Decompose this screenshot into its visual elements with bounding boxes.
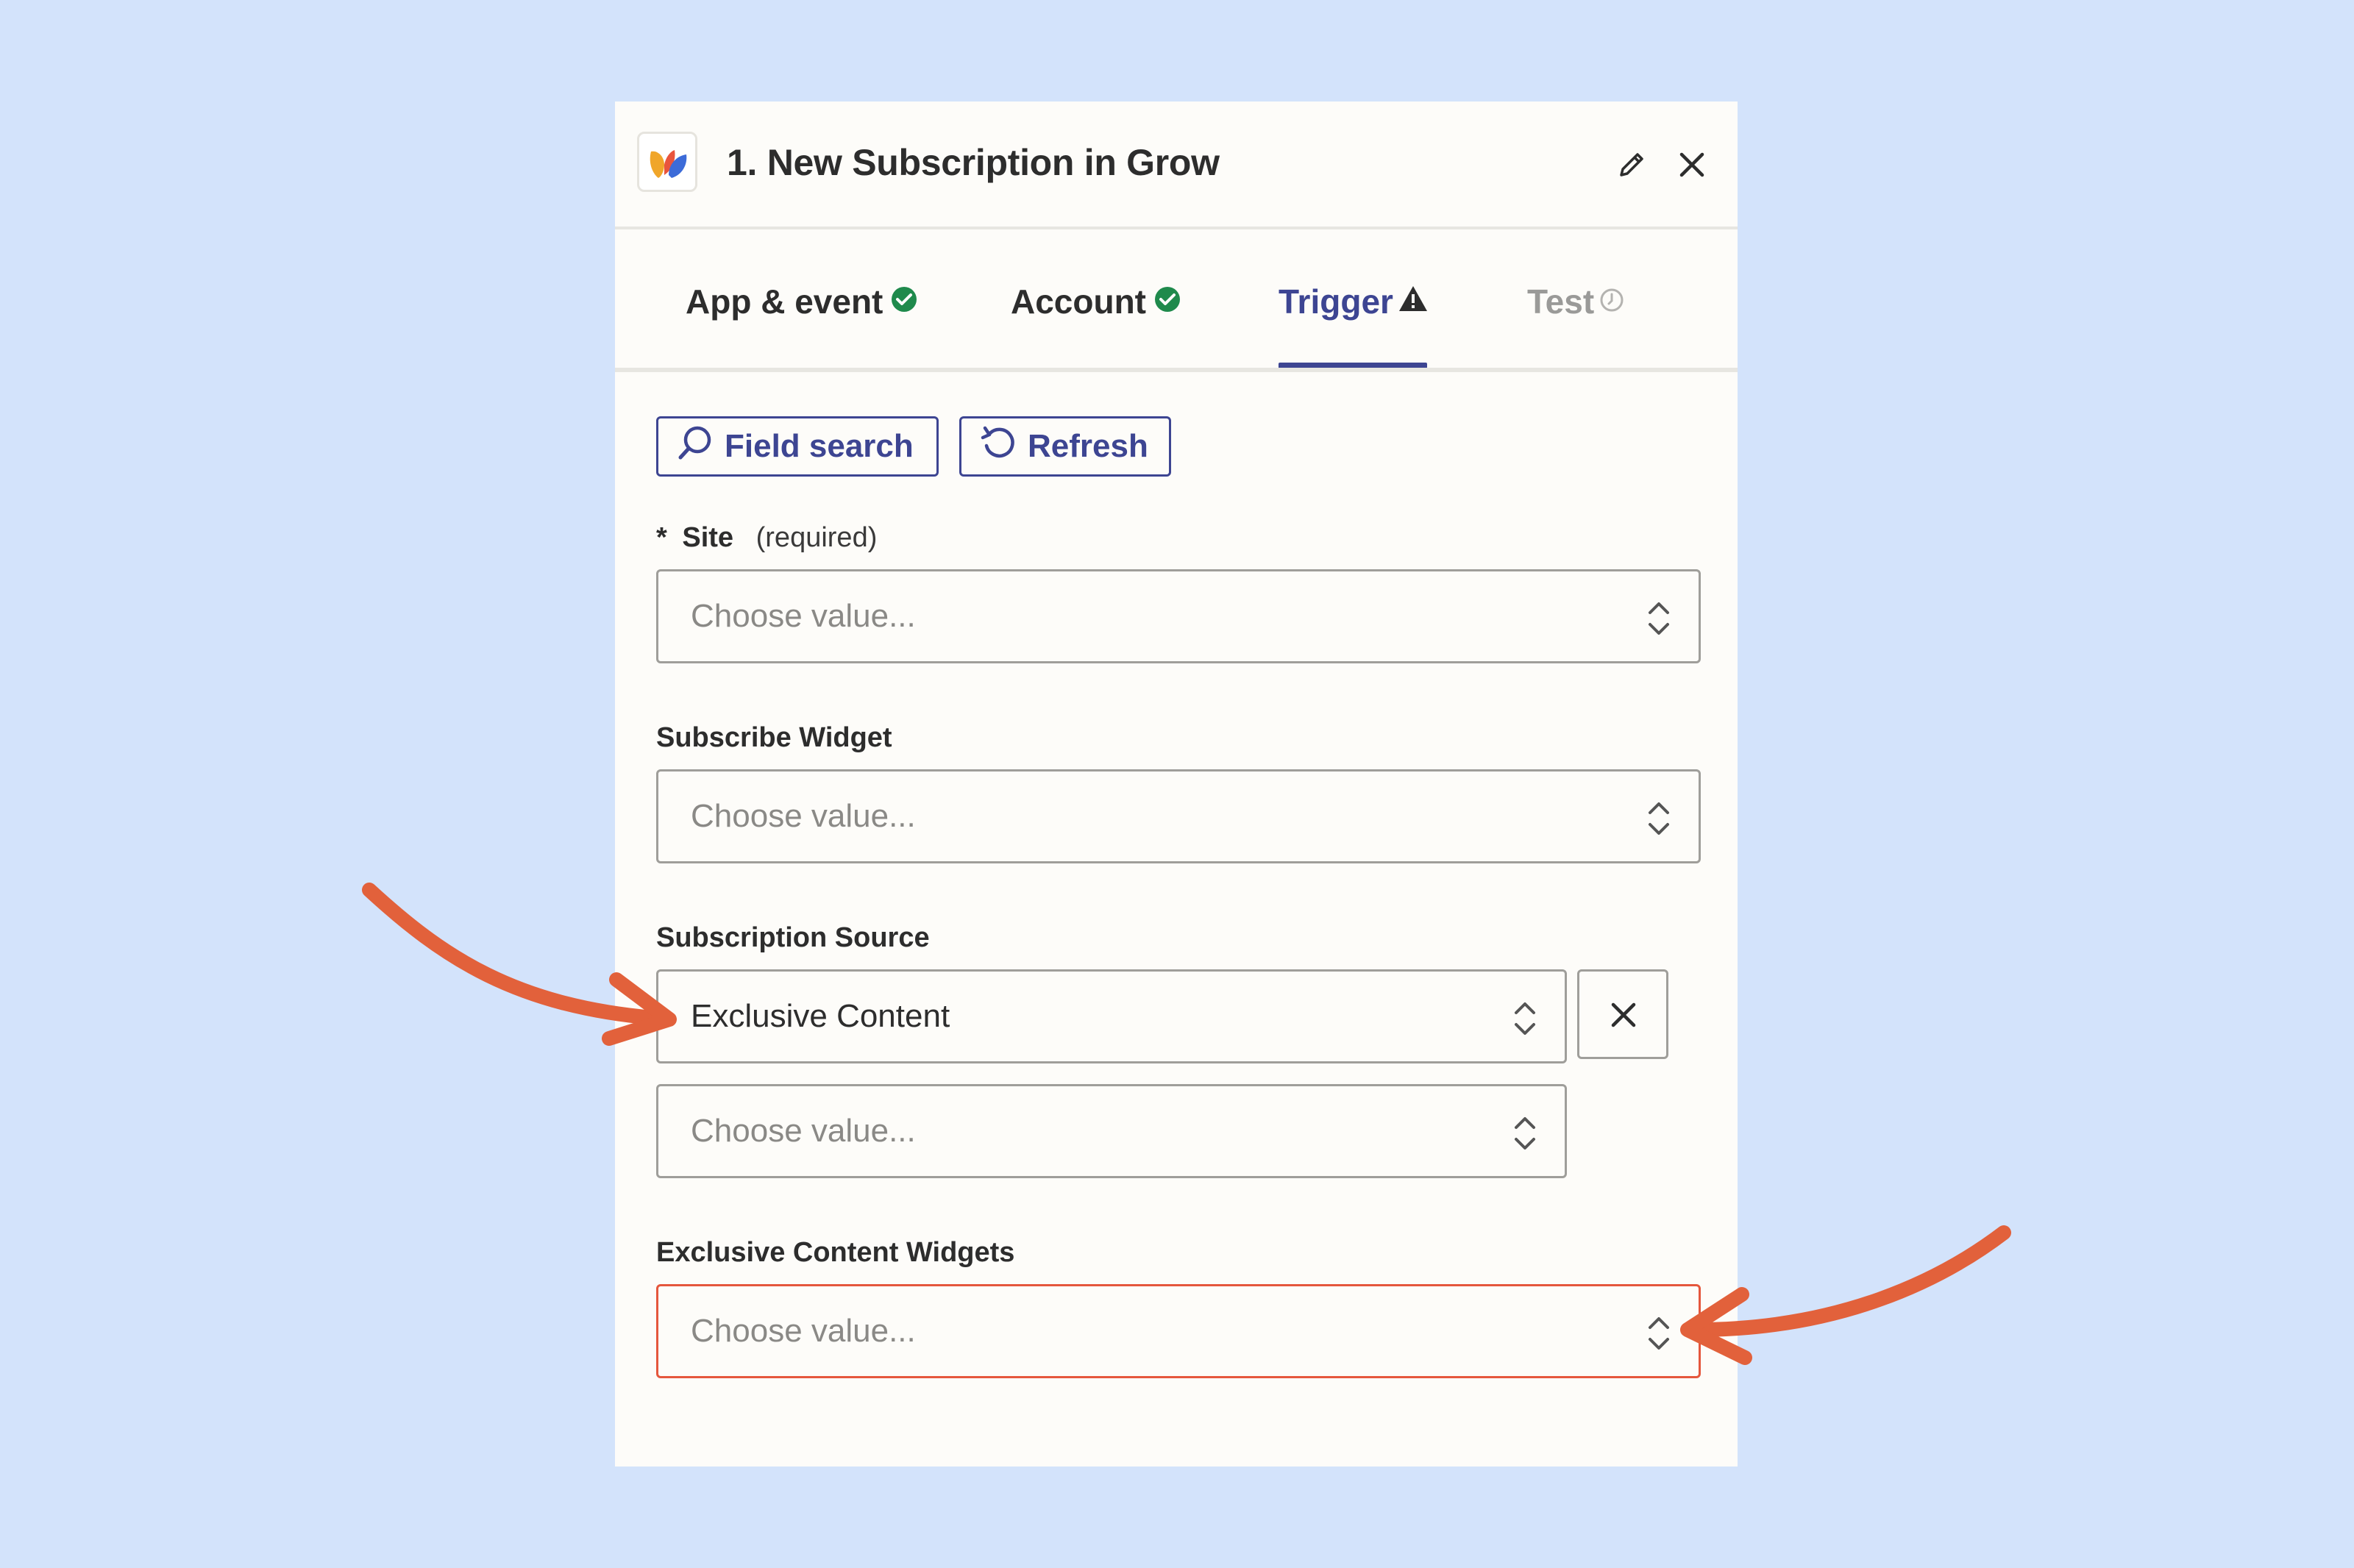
panel-header: 1. New Subscription in Grow (615, 101, 1738, 229)
subscribe-widget-select[interactable]: Choose value... (656, 769, 1701, 863)
tab-label: Test (1527, 282, 1595, 321)
subscribe-widget-placeholder: Choose value... (691, 798, 916, 834)
subscription-source-additional-placeholder: Choose value... (691, 1113, 916, 1149)
search-icon (676, 424, 714, 470)
required-asterisk: * (656, 522, 667, 553)
subscription-source-additional-select[interactable]: Choose value... (656, 1084, 1567, 1178)
subscribe-widget-label: Subscribe Widget (656, 722, 892, 753)
close-icon[interactable] (1674, 147, 1710, 182)
clear-value-button[interactable] (1577, 969, 1668, 1059)
chevron-updown-icon (1646, 1313, 1672, 1358)
clock-icon (1599, 282, 1625, 321)
close-icon (1611, 1002, 1636, 1027)
site-field-label: * Site (required) (656, 522, 877, 554)
chevron-updown-icon (1646, 798, 1672, 843)
site-placeholder: Choose value... (691, 598, 916, 634)
tab-label: Trigger (1279, 282, 1393, 321)
panel-title: 1. New Subscription in Grow (727, 142, 1220, 183)
check-circle-icon (1153, 282, 1181, 321)
chevron-updown-icon (1512, 998, 1538, 1043)
tabs-divider (615, 368, 1738, 372)
tab-trigger[interactable]: Trigger (1279, 279, 1429, 324)
grow-app-logo (637, 132, 697, 192)
tab-test[interactable]: Test (1527, 279, 1625, 324)
pencil-icon[interactable] (1614, 147, 1649, 182)
refresh-label: Refresh (1028, 428, 1148, 464)
field-search-label: Field search (725, 428, 914, 464)
field-search-button[interactable]: Field search (656, 416, 939, 477)
tab-app-event[interactable]: App & event (686, 279, 918, 324)
subscription-source-label: Subscription Source (656, 922, 930, 953)
tab-label: Account (1011, 282, 1146, 321)
warning-triangle-icon (1398, 282, 1429, 321)
tab-account[interactable]: Account (1011, 279, 1181, 324)
subscription-source-select[interactable]: Exclusive Content (656, 969, 1567, 1063)
required-note: (required) (755, 522, 878, 553)
site-label-text: Site (682, 522, 734, 553)
check-circle-icon (890, 282, 918, 321)
refresh-button[interactable]: Refresh (959, 416, 1171, 477)
chevron-updown-icon (1512, 1113, 1538, 1158)
refresh-icon (979, 424, 1017, 470)
chevron-updown-icon (1646, 598, 1672, 643)
exclusive-content-widgets-placeholder: Choose value... (691, 1313, 916, 1349)
tab-label: App & event (686, 282, 883, 321)
exclusive-content-widgets-label: Exclusive Content Widgets (656, 1237, 1015, 1268)
site-select[interactable]: Choose value... (656, 569, 1701, 663)
subscription-source-value: Exclusive Content (691, 998, 950, 1034)
exclusive-content-widgets-select[interactable]: Choose value... (656, 1284, 1701, 1378)
